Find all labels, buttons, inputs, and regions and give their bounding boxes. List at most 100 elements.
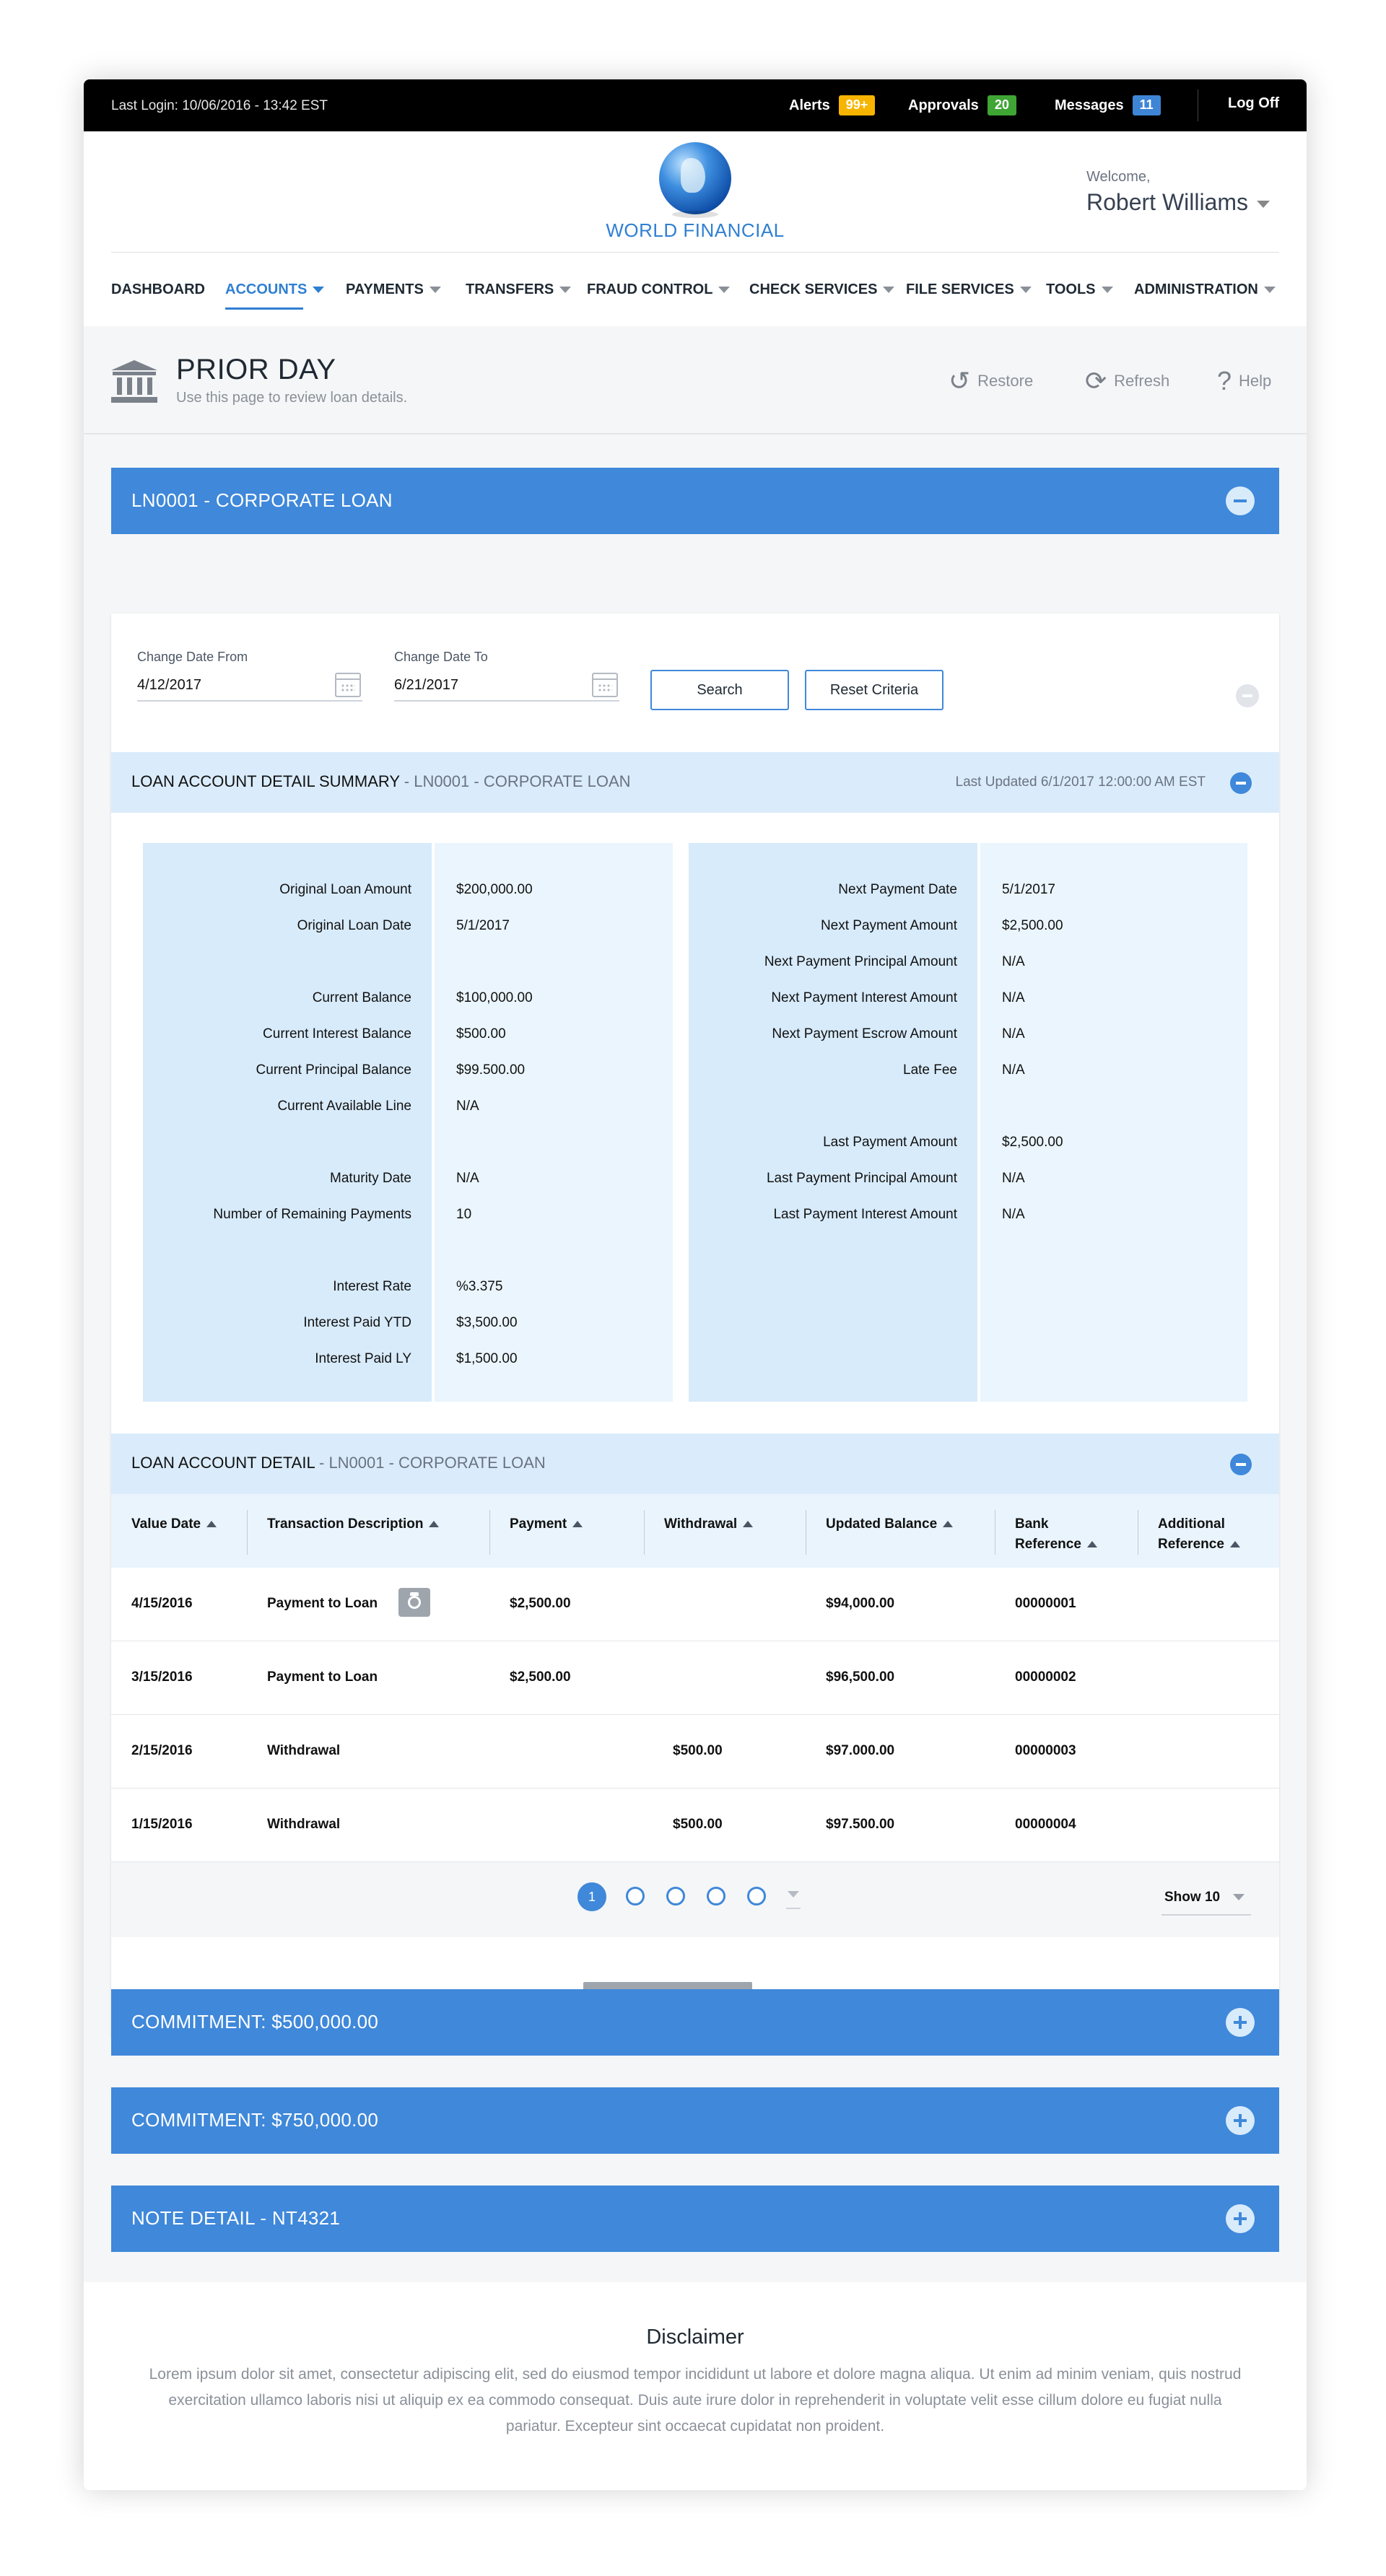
- last-updated-text: Last Updated 6/1/2017 12:00:00 AM EST: [955, 774, 1206, 790]
- summary-value: 5/1/2017: [456, 918, 510, 933]
- nav-item-tools[interactable]: TOOLS: [1046, 281, 1113, 298]
- column-header-description[interactable]: Transaction Description: [267, 1494, 440, 1568]
- summary-value: $2,500.00: [1002, 918, 1063, 933]
- table-row[interactable]: 4/15/2016 Payment to Loan $2,500.00 $94,000…: [111, 1568, 1279, 1641]
- page-5-button[interactable]: [747, 1887, 766, 1905]
- more-pages-icon[interactable]: [786, 1891, 801, 1909]
- summary-label: Last Payment Principal Amount: [766, 1171, 957, 1186]
- cell-desc: Withdrawal: [267, 1817, 341, 1832]
- refresh-icon: ⟳: [1085, 366, 1107, 396]
- sort-arrow-icon: [1086, 1541, 1097, 1548]
- commitment-500k-header[interactable]: COMMITMENT: $500,000.00: [111, 1989, 1279, 2056]
- table-row[interactable]: 1/15/2016 Withdrawal $500.00 $97.500.00 0000…: [111, 1789, 1279, 1862]
- sort-arrow-icon: [743, 1521, 754, 1528]
- nav-item-check-services[interactable]: CHECK SERVICES: [749, 281, 895, 298]
- table-row[interactable]: 2/15/2016 Withdrawal $500.00 $97.000.00 0000…: [111, 1715, 1279, 1789]
- page-2-button[interactable]: [626, 1887, 645, 1905]
- camera-icon[interactable]: [398, 1588, 430, 1617]
- summary-value: $3,500.00: [456, 1315, 518, 1330]
- chevron-down-icon: [1263, 287, 1276, 294]
- search-button[interactable]: Search: [650, 670, 789, 710]
- brand-name: WORLD FINANCIAL: [606, 219, 785, 241]
- nav-item-accounts[interactable]: ACCOUNTS: [225, 281, 325, 310]
- summary-label: Next Payment Principal Amount: [764, 954, 957, 969]
- column-header-additional-reference[interactable]: Additional Reference: [1158, 1494, 1266, 1568]
- cell-desc: Payment to Loan: [267, 1669, 378, 1685]
- restore-button[interactable]: ↺ Restore: [949, 368, 1033, 394]
- cell-desc: Payment to Loan: [267, 1596, 378, 1611]
- detail-header[interactable]: LOAN ACCOUNT DETAIL - LN0001 - CORPORATE…: [111, 1433, 1279, 1494]
- user-menu[interactable]: Robert Williams: [1086, 189, 1270, 216]
- summary-label: Interest Rate: [333, 1279, 411, 1294]
- alerts-link[interactable]: Alerts 99+: [789, 95, 876, 115]
- approvals-link[interactable]: Approvals 20: [908, 95, 1016, 115]
- summary-label: Interest Paid LY: [315, 1351, 411, 1366]
- summary-label: Next Payment Date: [838, 882, 957, 897]
- column-header-payment[interactable]: Payment: [510, 1494, 583, 1568]
- date-from-value: 4/12/2017: [137, 677, 201, 693]
- page-1-button[interactable]: 1: [578, 1882, 606, 1911]
- column-header-withdrawal[interactable]: Withdrawal: [664, 1494, 754, 1568]
- page-3-button[interactable]: [666, 1887, 685, 1905]
- note-detail-header[interactable]: NOTE DETAIL - NT4321: [111, 2186, 1279, 2252]
- header: WORLD FINANCIAL Welcome, Robert Williams…: [84, 131, 1307, 326]
- summary-title: LOAN ACCOUNT DETAIL SUMMARY - LN0001 - C…: [131, 772, 631, 790]
- refresh-button[interactable]: ⟳ Refresh: [1085, 368, 1169, 394]
- globe-logo-icon[interactable]: [659, 142, 731, 218]
- table-row[interactable]: 3/15/2016 Payment to Loan $2,500.00 $96,500…: [111, 1641, 1279, 1715]
- nav-item-fraud-control[interactable]: FRAUD CONTROL: [587, 281, 731, 298]
- summary-header[interactable]: LOAN ACCOUNT DETAIL SUMMARY - LN0001 - C…: [111, 752, 1279, 813]
- nav-label: FRAUD CONTROL: [587, 281, 713, 297]
- nav-item-file-services[interactable]: FILE SERVICES: [906, 281, 1032, 298]
- refresh-label: Refresh: [1114, 372, 1170, 390]
- page-size-underline: [1161, 1914, 1251, 1916]
- chevron-down-icon: [429, 287, 441, 294]
- page-title: PRIOR DAY: [176, 354, 336, 385]
- summary-label: Maturity Date: [330, 1171, 411, 1186]
- summary-value: 5/1/2017: [1002, 882, 1055, 897]
- messages-link[interactable]: Messages 11: [1055, 95, 1161, 115]
- disclaimer: Disclaimer Lorem ipsum dolor sit amet, c…: [84, 2282, 1307, 2490]
- filter-collapse-icon[interactable]: [1236, 684, 1259, 707]
- section-title: NOTE DETAIL - NT4321: [131, 2207, 341, 2229]
- page-size-label: Show 10: [1164, 1890, 1221, 1905]
- commitment-750k-header[interactable]: COMMITMENT: $750,000.00: [111, 2087, 1279, 2154]
- date-to-field[interactable]: 6/21/2017: [394, 668, 619, 702]
- top-bar: Last Login: 10/06/2016 - 13:42 EST Alert…: [84, 79, 1307, 131]
- log-off-link[interactable]: Log Off: [1228, 95, 1279, 112]
- section-title: COMMITMENT: $500,000.00: [131, 2011, 379, 2033]
- nav-item-transfers[interactable]: TRANSFERS: [466, 281, 572, 298]
- approvals-count-badge: 20: [987, 95, 1016, 115]
- calendar-icon[interactable]: [335, 673, 361, 697]
- nav-item-administration[interactable]: ADMINISTRATION: [1134, 281, 1276, 298]
- column-header-bank-reference[interactable]: Bank Reference: [1015, 1494, 1116, 1568]
- column-header-value-date[interactable]: Value Date: [131, 1494, 217, 1568]
- page-4-button[interactable]: [707, 1887, 725, 1905]
- summary-value: $1,500.00: [456, 1351, 518, 1366]
- expand-icon[interactable]: [1226, 2106, 1255, 2135]
- detail-title: LOAN ACCOUNT DETAIL - LN0001 - CORPORATE…: [131, 1454, 546, 1472]
- expand-icon[interactable]: [1226, 2204, 1255, 2233]
- cell-withdrawal: $500.00: [673, 1817, 723, 1832]
- summary-label: Next Payment Escrow Amount: [772, 1026, 957, 1042]
- help-button[interactable]: ? Help: [1217, 368, 1271, 394]
- cell-withdrawal: $500.00: [673, 1743, 723, 1758]
- expand-icon[interactable]: [1226, 2008, 1255, 2037]
- last-login-text: Last Login: 10/06/2016 - 13:42 EST: [111, 98, 328, 113]
- calendar-icon[interactable]: [592, 673, 618, 697]
- loan-section-header[interactable]: LN0001 - CORPORATE LOAN: [111, 468, 1279, 534]
- summary-value: %3.375: [456, 1279, 503, 1294]
- page-size-select[interactable]: Show 10: [1164, 1890, 1245, 1905]
- cell-payment: $2,500.00: [510, 1596, 571, 1611]
- nav-item-dashboard[interactable]: DASHBOARD: [111, 281, 205, 298]
- messages-label: Messages: [1055, 97, 1124, 113]
- messages-count-badge: 11: [1132, 95, 1161, 115]
- collapse-icon[interactable]: [1230, 772, 1252, 794]
- summary-value: $100,000.00: [456, 990, 533, 1005]
- column-header-updated-balance[interactable]: Updated Balance: [826, 1494, 954, 1568]
- reset-criteria-button[interactable]: Reset Criteria: [805, 670, 943, 710]
- collapse-icon[interactable]: [1230, 1454, 1252, 1475]
- date-from-field[interactable]: 4/12/2017: [137, 668, 362, 702]
- collapse-icon[interactable]: [1226, 486, 1255, 515]
- nav-item-payments[interactable]: PAYMENTS: [346, 281, 441, 298]
